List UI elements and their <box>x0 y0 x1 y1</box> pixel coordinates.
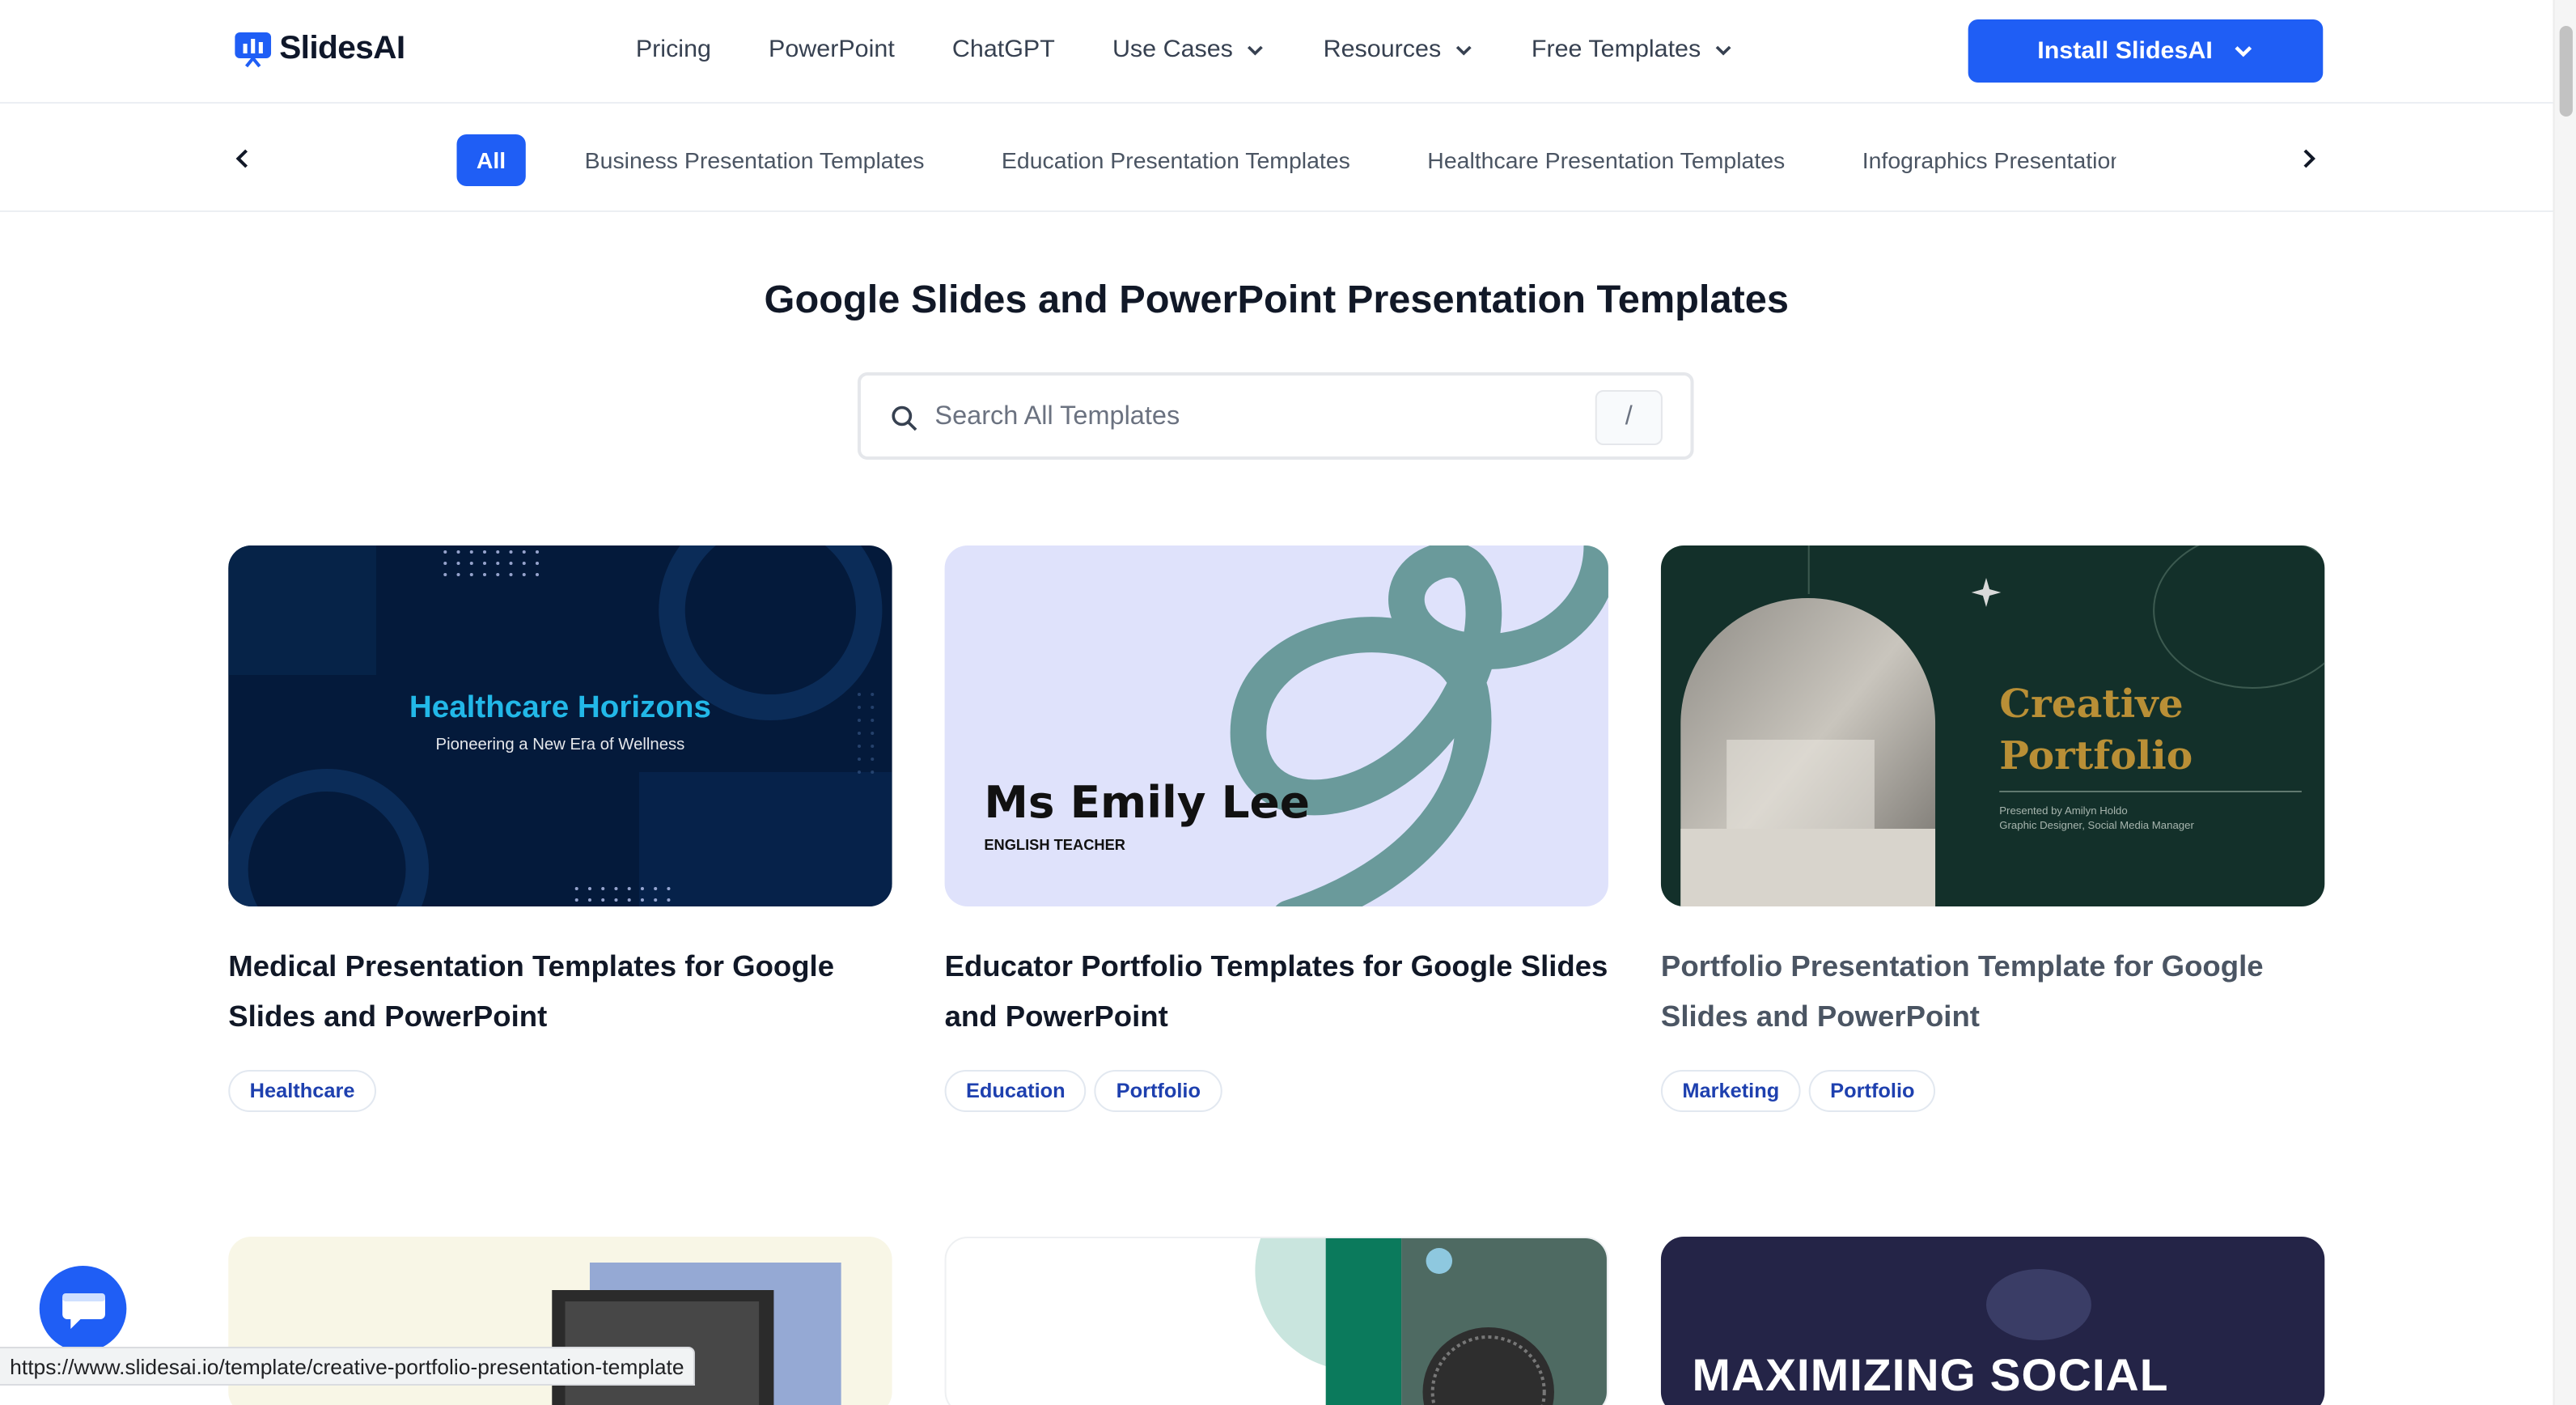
chevron-right-icon[interactable] <box>2294 144 2324 173</box>
chevron-left-icon[interactable] <box>228 144 258 173</box>
card-tags: Education Portfolio <box>944 1070 1608 1112</box>
category-education[interactable]: Education Presentation Templates <box>1002 147 1350 173</box>
chevron-down-icon <box>1248 45 1264 55</box>
scrollbar-thumb[interactable] <box>2559 26 2573 117</box>
install-slidesai-button[interactable]: Install SlidesAI <box>1968 19 2324 83</box>
tag-healthcare[interactable]: Healthcare <box>228 1070 376 1112</box>
status-bar-url: https://www.slidesai.io/template/creativ… <box>0 1347 696 1386</box>
search-input[interactable] <box>934 392 1576 444</box>
template-thumbnail[interactable]: Healthcare Horizons Pioneering a New Era… <box>228 545 892 906</box>
tag-portfolio[interactable]: Portfolio <box>1808 1070 1936 1112</box>
template-card-row2-2[interactable] <box>944 1237 1608 1405</box>
thumbnail-heading: MAXIMIZING SOCIAL <box>1692 1350 2169 1400</box>
tag-marketing[interactable]: Marketing <box>1660 1070 1801 1112</box>
card-title[interactable]: Medical Presentation Templates for Googl… <box>228 942 892 1042</box>
search-box: / <box>857 372 1694 460</box>
thumbnail-heading: Creative Portfolio <box>1999 678 2193 782</box>
chevron-down-icon <box>1716 45 1732 55</box>
nav-powerpoint-label: PowerPoint <box>769 36 895 63</box>
nav-free-templates-label: Free Templates <box>1531 36 1701 63</box>
nav-pricing-label: Pricing <box>635 36 711 63</box>
slidesai-logo-icon <box>235 32 272 68</box>
category-bar: All Business Presentation Templates Educ… <box>0 105 2553 212</box>
nav-pricing[interactable]: Pricing <box>636 36 711 63</box>
category-all[interactable]: All <box>456 134 526 186</box>
page-scrollbar[interactable] <box>2553 0 2576 1405</box>
browser-viewport: SlidesAI Pricing PowerPoint ChatGPT Use … <box>0 0 2576 1405</box>
install-button-label: Install SlidesAI <box>2037 37 2213 65</box>
thumbnail-decoration <box>1680 545 2325 906</box>
template-card-medical[interactable]: Healthcare Horizons Pioneering a New Era… <box>228 545 892 1112</box>
card-title[interactable]: Educator Portfolio Templates for Google … <box>945 942 1608 1042</box>
category-healthcare[interactable]: Healthcare Presentation Templates <box>1427 147 1785 173</box>
nav-free-templates[interactable]: Free Templates <box>1532 36 1734 63</box>
thumbnail-heading: Healthcare Horizons <box>409 691 711 725</box>
thumbnail-subheading: Presented by Amilyn Holdo Graphic Design… <box>1999 804 2194 834</box>
nav-resources-label: Resources <box>1323 36 1442 63</box>
thumbnail-heading: Ms Emily Lee <box>984 779 1310 829</box>
search-shortcut-key: / <box>1595 390 1663 445</box>
tag-education[interactable]: Education <box>944 1070 1087 1112</box>
template-card-portfolio[interactable]: Creative Portfolio Presented by Amilyn H… <box>1660 545 2325 1112</box>
category-business[interactable]: Business Presentation Templates <box>585 147 925 173</box>
nav-resources[interactable]: Resources <box>1324 36 1474 63</box>
search-icon <box>892 405 917 431</box>
thumbnail-subheading: Pioneering a New Era of Wellness <box>435 736 685 754</box>
thumbnail-role: Graphic Designer, Social Media Manager <box>1999 821 2194 832</box>
card-tags: Marketing Portfolio <box>1660 1070 2324 1112</box>
template-thumbnail[interactable]: MAXIMIZING SOCIAL <box>1660 1237 2325 1405</box>
card-title[interactable]: Portfolio Presentation Template for Goog… <box>1661 942 2324 1042</box>
nav-use-cases[interactable]: Use Cases <box>1112 36 1266 63</box>
template-card-educator[interactable]: Ms Emily Lee ENGLISH TEACHER Educator Po… <box>944 545 1608 1112</box>
tag-portfolio[interactable]: Portfolio <box>1095 1070 1222 1112</box>
nav-chatgpt[interactable]: ChatGPT <box>952 36 1055 63</box>
template-thumbnail[interactable]: Ms Emily Lee ENGLISH TEACHER <box>944 545 1608 906</box>
thumbnail-heading-line-2: Portfolio <box>1999 732 2193 779</box>
nav-powerpoint[interactable]: PowerPoint <box>769 36 895 63</box>
chat-widget-button[interactable] <box>39 1266 127 1352</box>
template-thumbnail[interactable] <box>944 1237 1608 1405</box>
category-track: All Business Presentation Templates Educ… <box>456 134 2116 186</box>
logo-text: SlidesAI <box>279 30 405 66</box>
page-title: Google Slides and PowerPoint Presentatio… <box>764 278 1790 322</box>
template-card-row2-3[interactable]: MAXIMIZING SOCIAL <box>1660 1237 2325 1405</box>
card-tags: Healthcare <box>228 1070 892 1112</box>
template-thumbnail[interactable]: Creative Portfolio Presented by Amilyn H… <box>1660 545 2325 906</box>
chat-icon <box>61 1293 104 1328</box>
thumbnail-presenter: Presented by Amilyn Holdo <box>1999 806 2128 817</box>
thumbnail-decoration <box>1255 1238 1607 1405</box>
chevron-down-icon <box>1456 45 1472 55</box>
nav-chatgpt-label: ChatGPT <box>951 36 1055 63</box>
category-infographics[interactable]: Infographics Presentation Templates <box>1862 147 2116 173</box>
nav-use-cases-label: Use Cases <box>1112 36 1233 63</box>
main-nav: Pricing PowerPoint ChatGPT Use Cases Res… <box>636 36 1734 63</box>
thumbnail-heading-line-1: Creative <box>1999 680 2184 727</box>
site-header: SlidesAI Pricing PowerPoint ChatGPT Use … <box>0 0 2553 104</box>
logo[interactable]: SlidesAI <box>233 29 405 68</box>
chevron-down-icon <box>2235 46 2252 57</box>
thumbnail-subheading: ENGLISH TEACHER <box>984 837 1125 853</box>
